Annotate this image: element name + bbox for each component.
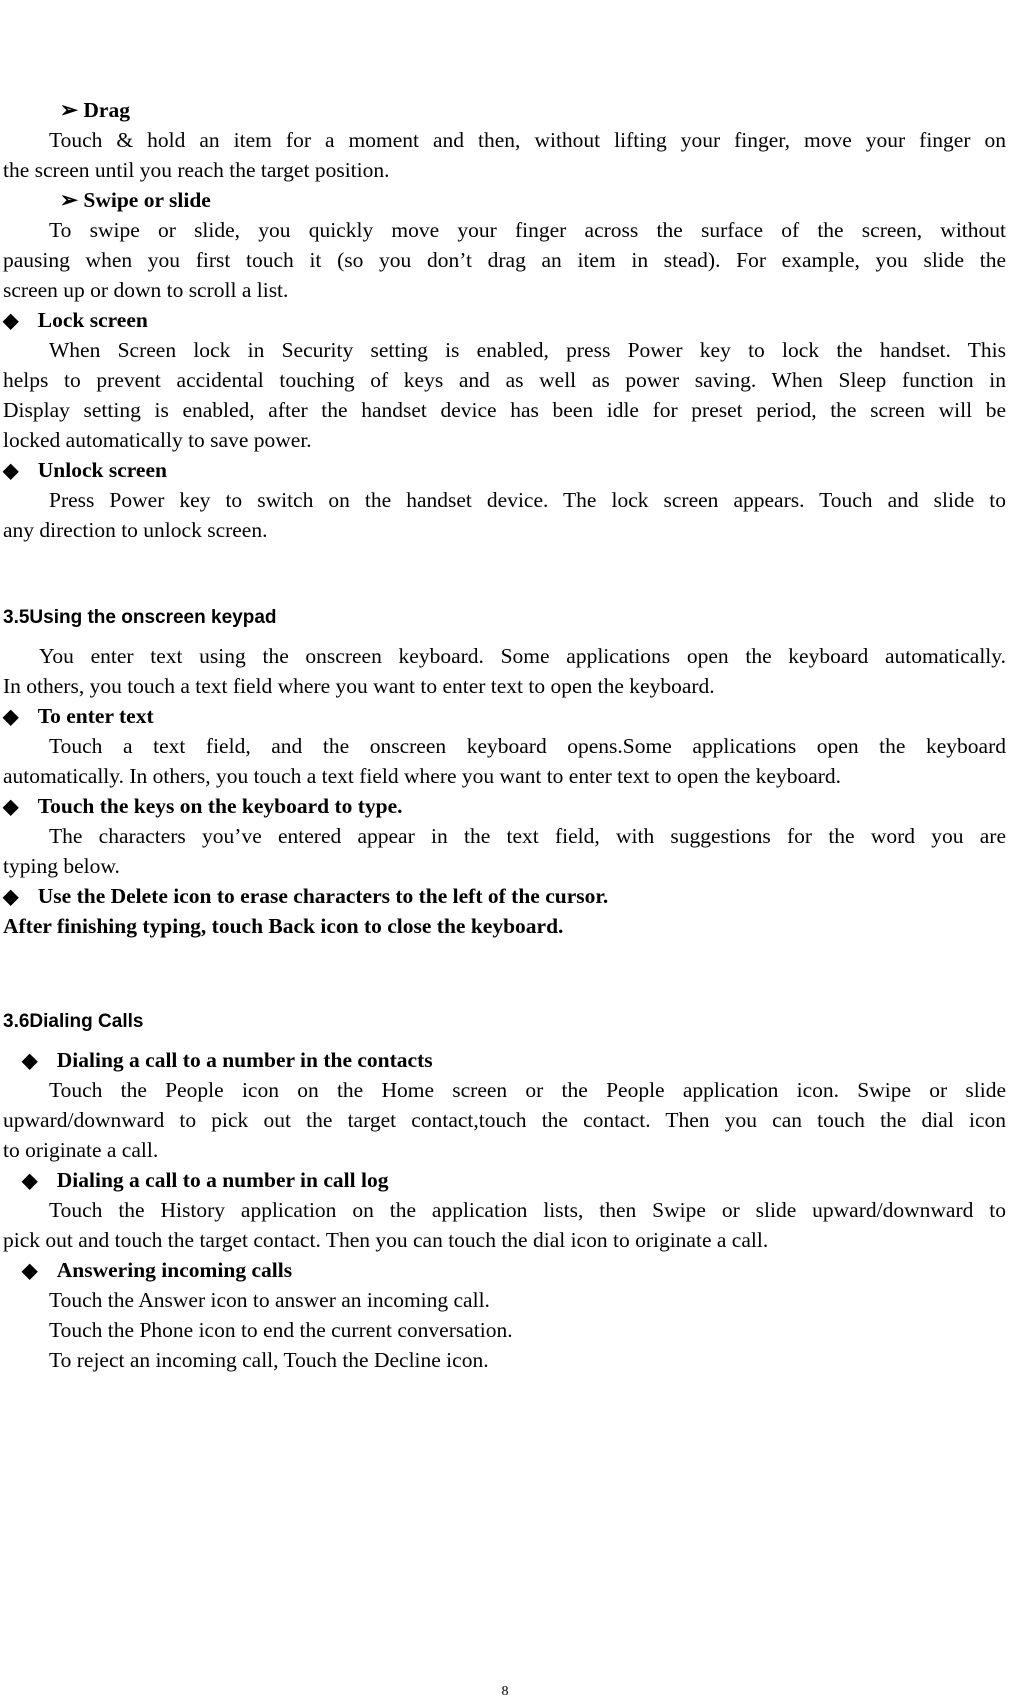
contacts-text-line: to originate a call. [3, 1138, 159, 1162]
section-3-5-title: 3.5Using the onscreen keypad [3, 607, 277, 628]
answering-text-line: Touch the Phone icon to end the current … [49, 1318, 513, 1342]
call-log-heading: ◆ Dialing a call to a number in call log [22, 1168, 389, 1192]
arrow-bullet-icon: ➢ [60, 188, 79, 212]
lock-screen-text-line: helps to prevent accidental touching of … [3, 368, 1006, 392]
enter-text-line: Touch a text field, and the onscreen key… [49, 734, 1006, 758]
unlock-screen-heading: ◆ Unlock screen [3, 458, 167, 482]
section-3-5-intro-line: In others, you touch a text field where … [3, 674, 715, 698]
swipe-text-line: screen up or down to scroll a list. [3, 278, 289, 302]
swipe-text-line: pausing when you first touch it (so you … [3, 248, 1006, 272]
unlock-screen-text-line: any direction to unlock screen. [3, 518, 268, 542]
swipe-heading: ➢ Swipe or slide [60, 188, 211, 212]
unlock-screen-text-line: Press Power key to switch on the handset… [49, 488, 1006, 512]
diamond-bullet-icon: ◆ [3, 706, 19, 728]
contacts-text-line: Touch the People icon on the Home screen… [49, 1078, 1006, 1102]
enter-text-line: automatically. In others, you touch a te… [3, 764, 842, 788]
lock-screen-text-line: Display setting is enabled, after the ha… [3, 398, 1006, 422]
enter-text-heading: ◆ To enter text [3, 704, 154, 728]
diamond-bullet-icon: ◆ [3, 310, 19, 332]
diamond-bullet-icon: ◆ [3, 886, 19, 908]
touch-keys-text-line: The characters you’ve entered appear in … [49, 824, 1006, 848]
touch-keys-heading: ◆ Touch the keys on the keyboard to type… [3, 794, 403, 818]
answering-text-line: To reject an incoming call, Touch the De… [49, 1348, 489, 1372]
answering-text-line: Touch the Answer icon to answer an incom… [49, 1288, 490, 1312]
lock-screen-text-line: locked automatically to save power. [3, 428, 312, 452]
diamond-bullet-icon: ◆ [22, 1260, 38, 1282]
diamond-bullet-icon: ◆ [22, 1170, 38, 1192]
delete-icon-heading: ◆ Use the Delete icon to erase character… [3, 884, 609, 908]
diamond-bullet-icon: ◆ [22, 1050, 38, 1072]
drag-text-line: the screen until you reach the target po… [3, 158, 390, 182]
drag-heading: ➢ Drag [60, 98, 130, 122]
lock-screen-heading: ◆ Lock screen [3, 308, 148, 332]
swipe-text-line: To swipe or slide, you quickly move your… [49, 218, 1006, 242]
section-3-6-title: 3.6Dialing Calls [3, 1011, 144, 1032]
contacts-heading: ◆ Dialing a call to a number in the cont… [22, 1048, 433, 1072]
touch-keys-text-line: typing below. [3, 854, 120, 878]
lock-screen-text-line: When Screen lock in Security setting is … [49, 338, 1006, 362]
contacts-text-line: upward/downward to pick out the target c… [3, 1108, 1006, 1132]
call-log-text-line: pick out and touch the target contact. T… [3, 1228, 769, 1252]
after-typing-text: After finishing typing, touch Back icon … [3, 914, 564, 938]
answering-heading: ◆ Answering incoming calls [22, 1258, 293, 1282]
arrow-bullet-icon: ➢ [60, 98, 79, 122]
section-3-5-intro-line: You enter text using the onscreen keyboa… [39, 644, 1006, 668]
diamond-bullet-icon: ◆ [3, 796, 19, 818]
page-number: 8 [501, 1684, 509, 1699]
call-log-text-line: Touch the History application on the app… [49, 1198, 1006, 1222]
diamond-bullet-icon: ◆ [3, 460, 19, 482]
drag-text-line: Touch & hold an item for a moment and th… [49, 128, 1006, 152]
